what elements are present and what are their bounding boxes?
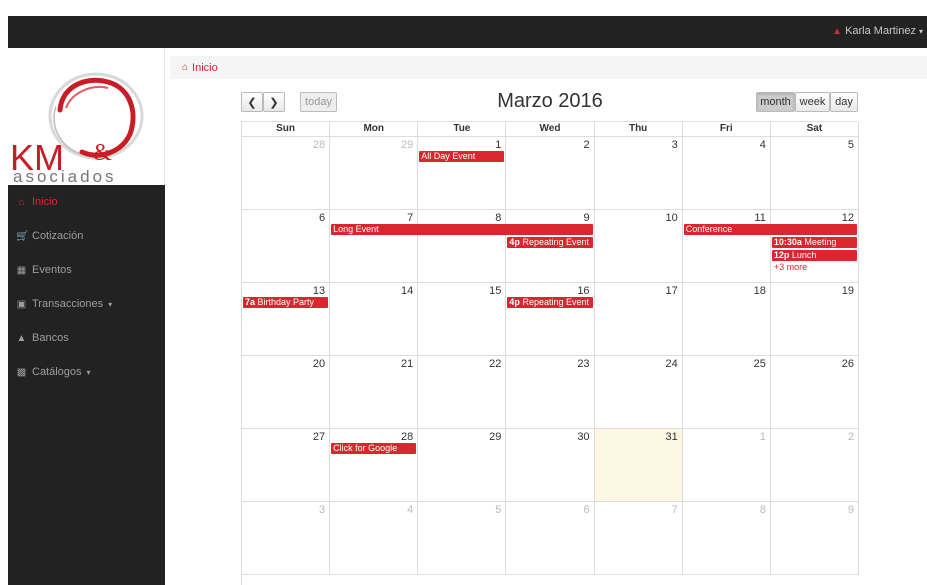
calendar-weeks: 28 29 1 2 3 4 5 All Day Event 6 7 8 9 10 11 12 Long Eve… — [242, 137, 859, 575]
sidebar-item-label: Inicio — [32, 196, 58, 208]
sidebar-item-bancos[interactable]: ▲ Bancos — [8, 321, 165, 355]
calendar-event[interactable]: 4p Repeating Event — [507, 297, 593, 308]
logo[interactable]: KM & asociados — [8, 48, 165, 186]
calendar-week: 27 28 29 30 31 1 2 Click for Google — [242, 429, 859, 502]
sidebar-item-cotizacion[interactable]: 🛒 Cotización — [8, 219, 165, 253]
calendar-event[interactable]: Conference — [683, 224, 857, 235]
calendar-event[interactable]: 4p Repeating Event — [507, 237, 593, 248]
event-title: Birthday Party — [257, 297, 315, 307]
event-time: 4p — [509, 297, 520, 307]
sidebar-item-label: Bancos — [32, 332, 69, 344]
cart-icon: 🛒 — [16, 230, 29, 242]
month-view-button[interactable]: month — [756, 92, 795, 112]
calendar-event[interactable]: Click for Google — [331, 443, 417, 454]
event-title: Long Event — [333, 224, 379, 234]
event-title: All Day Event — [421, 151, 476, 161]
event-title: Lunch — [791, 250, 817, 260]
money-icon: ▣ — [16, 298, 27, 310]
calendar-week: 3456789 — [242, 502, 859, 575]
day-of-week-thu: Thu — [594, 122, 683, 137]
breadcrumb: ⌂ Inicio — [170, 56, 927, 79]
event-title: Meeting — [804, 237, 837, 247]
sidebar-item-label: Catálogos — [32, 366, 82, 378]
event-title: Click for Google — [333, 443, 398, 453]
day-of-week-fri: Fri — [682, 122, 771, 137]
calendar-event[interactable]: 7a Birthday Party — [243, 297, 329, 308]
event-time: 10:30a — [773, 237, 802, 247]
sidebar-item-label: Transacciones — [32, 298, 104, 310]
event-time: 12p — [773, 250, 790, 260]
calendar-icon: ▦ — [16, 264, 27, 276]
calendar-event[interactable]: All Day Event — [419, 151, 505, 162]
caret-down-icon: ▾ — [918, 26, 923, 36]
day-of-week-header: Sun Mon Tue Wed Thu Fri Sat — [242, 122, 859, 137]
breadcrumb-link-inicio[interactable]: Inicio — [192, 62, 218, 74]
day-of-week-sun: Sun — [242, 122, 331, 137]
sidebar-item-eventos[interactable]: ▦ Eventos — [8, 253, 165, 287]
top-navbar: ▲ Karla Martinez ▾ — [8, 16, 927, 48]
calendar-event[interactable]: Long Event — [331, 224, 593, 235]
svg-text:asociados: asociados — [13, 167, 117, 185]
home-icon: ⌂ — [18, 196, 25, 208]
day-of-week-sat: Sat — [770, 122, 859, 137]
sidebar-item-label: Eventos — [32, 264, 72, 276]
sidebar: KM & asociados ⌂ Inicio 🛒 Cotización ▦ E… — [8, 48, 165, 585]
calendar-week: 6 7 8 9 10 11 12 Long Event Conference 4p Repeati… — [242, 210, 859, 283]
event-time: 4p — [509, 237, 520, 247]
home-icon: ⌂ — [182, 62, 189, 73]
book-icon: ▩ — [16, 366, 27, 378]
calendar-event[interactable]: 10:30a Meeting — [771, 237, 857, 248]
event-title: Conference — [685, 224, 733, 234]
bank-icon: ▲ — [16, 332, 27, 344]
sidebar-item-inicio[interactable]: ⌂ Inicio — [8, 185, 165, 219]
calendar-week: 20 21 22 23 24 25 26 — [242, 356, 859, 429]
week-view-button[interactable]: week — [795, 92, 830, 112]
user-menu[interactable]: ▲ Karla Martinez ▾ — [832, 25, 923, 37]
more-events-link[interactable]: +3 more — [774, 262, 807, 272]
day-of-week-mon: Mon — [330, 122, 419, 137]
logo-graphic: KM & asociados — [10, 72, 144, 186]
sidebar-menu: ⌂ Inicio 🛒 Cotización ▦ Eventos ▣ Transa… — [8, 185, 165, 389]
event-title: Repeating Event — [522, 237, 589, 247]
user-name: Karla Martinez — [845, 25, 916, 37]
caret-down-icon: ▾ — [108, 299, 113, 309]
calendar-event[interactable]: 12p Lunch — [771, 250, 857, 261]
day-view-button[interactable]: day — [830, 92, 858, 112]
sidebar-item-catalogos[interactable]: ▩ Catálogos ▾ — [8, 355, 165, 389]
caret-down-icon: ▾ — [86, 367, 91, 377]
event-time: 7a — [245, 297, 256, 307]
calendar-week: 28 29 1 2 3 4 5 All Day Event — [242, 137, 859, 210]
calendar-week: 13 14 15 16 17 18 19 7a Birthday Party 4p Repeat… — [242, 283, 859, 356]
calendar-grid: Sun Mon Tue Wed Thu Fri Sat 28 29 1 2 3 4 5 All Day E… — [241, 121, 859, 585]
sidebar-item-label: Cotización — [32, 230, 84, 242]
user-icon: ▲ — [832, 25, 843, 37]
svg-text:&: & — [93, 140, 112, 166]
sidebar-item-transacciones[interactable]: ▣ Transacciones ▾ — [8, 287, 165, 321]
event-title: Repeating Event — [522, 297, 589, 307]
day-of-week-wed: Wed — [506, 122, 595, 137]
day-of-week-tue: Tue — [418, 122, 507, 137]
